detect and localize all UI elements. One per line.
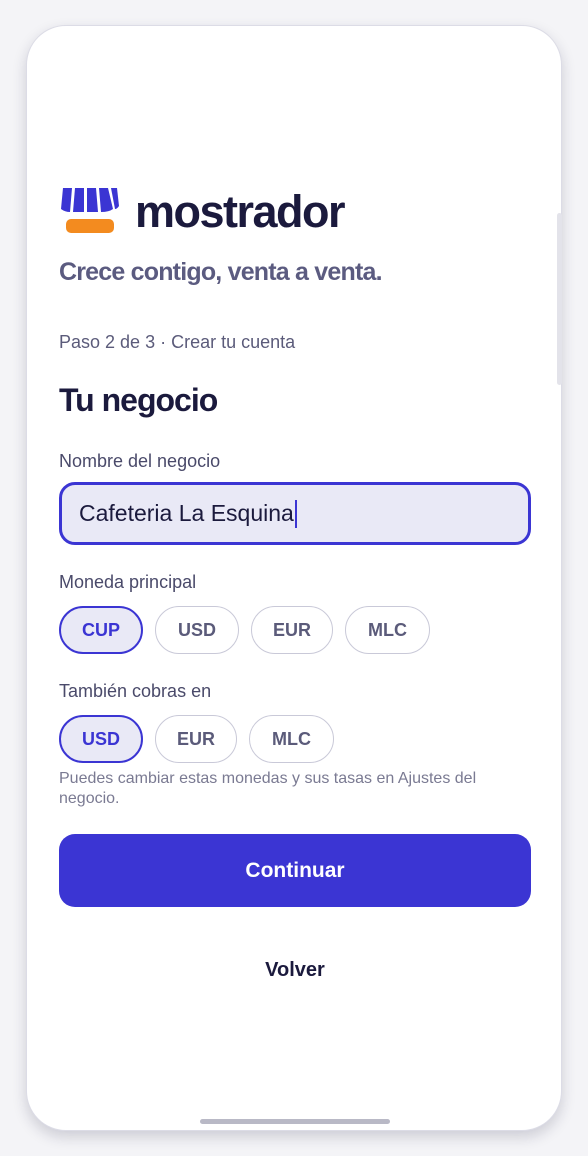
continue-button[interactable]: Continuar (59, 834, 531, 907)
text-caret (294, 499, 297, 528)
page-title: Tu negocio (59, 382, 218, 418)
currency-hint: Puedes cambiar estas monedas y sus tasas… (59, 770, 477, 807)
also-accept-chip-eur[interactable]: EUR (155, 715, 237, 763)
main-currency-chip-mlc[interactable]: MLC (345, 606, 430, 654)
back-button[interactable]: Volver (59, 950, 531, 990)
main-currency-options: CUP USD EUR MLC (59, 606, 442, 654)
storefront-awning-icon (59, 186, 119, 236)
business-name-input[interactable]: Cafeteria La Esquina (59, 482, 531, 545)
main-currency-label: Moneda principal (59, 572, 197, 592)
phone-frame: mostrador Crece contigo, venta a venta. … (26, 25, 562, 1131)
also-accept-chip-usd[interactable]: USD (59, 715, 143, 763)
step-indicator: Paso 2 de 3 · Crear tu cuenta (59, 332, 296, 352)
main-currency-chip-usd[interactable]: USD (155, 606, 239, 654)
tagline: Crece contigo, venta a venta. (59, 258, 383, 286)
also-accept-label: También cobras en (59, 681, 212, 701)
counter-shape (66, 219, 114, 233)
also-accept-options: USD EUR MLC (59, 715, 346, 763)
main-currency-chip-eur[interactable]: EUR (251, 606, 333, 654)
home-indicator (200, 1119, 390, 1124)
side-button (557, 213, 562, 385)
business-name-label: Nombre del negocio (59, 451, 221, 471)
brand-name: mostrador (135, 185, 346, 237)
brand-header: mostrador (59, 185, 346, 237)
main-currency-chip-cup[interactable]: CUP (59, 606, 143, 654)
also-accept-chip-mlc[interactable]: MLC (249, 715, 334, 763)
business-name-value: Cafeteria La Esquina (79, 500, 294, 526)
